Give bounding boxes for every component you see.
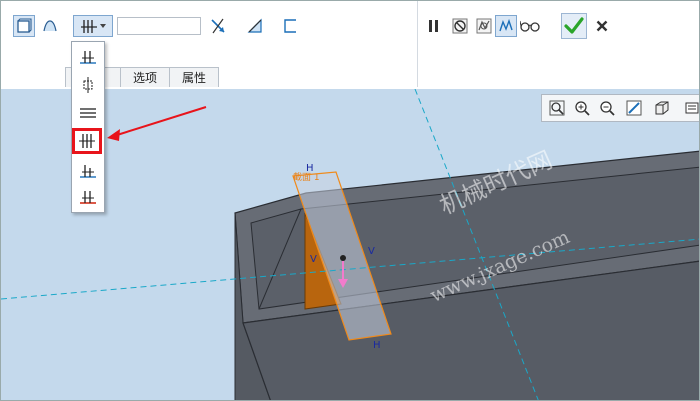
- depth-through-all-icon: [79, 134, 95, 148]
- feature-dashboard: 选项 属性: [1, 1, 699, 90]
- solid-button[interactable]: [13, 15, 35, 37]
- zoom-in-icon: [575, 101, 590, 116]
- v-label-right: V: [368, 246, 375, 257]
- depth-to-selected-icon: [80, 191, 96, 204]
- preview-icon: [476, 18, 492, 34]
- view-toolbar: [541, 94, 699, 122]
- surface-button[interactable]: [39, 15, 61, 37]
- depth-options-flyout: [71, 41, 105, 213]
- ok-button[interactable]: [561, 13, 587, 39]
- refit-button[interactable]: [547, 98, 567, 118]
- pause-icon: [429, 20, 438, 32]
- remove-material-button[interactable]: [244, 15, 266, 37]
- depth-option-dropdown[interactable]: [73, 15, 113, 37]
- depth-blind-icon: [83, 77, 93, 93]
- glasses-button[interactable]: [519, 15, 541, 37]
- flyout-item-through-all[interactable]: [72, 128, 102, 154]
- depth-to-plane-icon: [80, 51, 96, 64]
- flyout-item-blind[interactable]: [76, 74, 100, 96]
- thicken-sketch-icon: [284, 19, 296, 33]
- saved-views-icon: [685, 102, 699, 114]
- tab-properties[interactable]: 属性: [169, 67, 220, 87]
- depth-to-next-icon: [80, 165, 96, 178]
- model-canvas: [1, 89, 699, 400]
- tab-options[interactable]: 选项: [120, 67, 171, 87]
- surface-icon: [43, 20, 57, 32]
- zoom-out-button[interactable]: [597, 98, 617, 118]
- verify-icon: [499, 18, 513, 32]
- verify-button[interactable]: [495, 15, 517, 37]
- flyout-item-to-next[interactable]: [76, 160, 100, 182]
- callout-arrowhead: [107, 129, 120, 141]
- flip-direction-button[interactable]: [207, 15, 229, 37]
- solid-icon: [17, 18, 32, 33]
- close-icon: [596, 20, 608, 32]
- pause-button[interactable]: [423, 15, 445, 37]
- zoom-out-icon: [600, 101, 615, 116]
- v-label-left: V: [310, 254, 317, 265]
- h-label-top: H: [306, 163, 314, 174]
- depth-symmetric-icon: [80, 108, 96, 118]
- flyout-item-symmetric[interactable]: [76, 102, 100, 124]
- h-label-bottom: H: [373, 340, 381, 351]
- thicken-sketch-button[interactable]: [279, 15, 301, 37]
- repaint-button[interactable]: [624, 98, 644, 118]
- refit-icon: [549, 100, 565, 116]
- no-preview-icon: [452, 18, 468, 34]
- origin-point: [340, 255, 346, 261]
- no-preview-button[interactable]: [449, 15, 471, 37]
- repaint-icon: [626, 100, 642, 116]
- preview-button[interactable]: [473, 15, 495, 37]
- display-style-icon: [655, 101, 669, 115]
- zoom-in-button[interactable]: [572, 98, 592, 118]
- thicken-both-sides-icon: [81, 20, 97, 33]
- app-window: 选项 属性 截面 1 H H V V 机械时代网 www.jxage.com: [0, 0, 700, 401]
- glasses-icon: [520, 20, 540, 32]
- flyout-item-to-selected[interactable]: [76, 186, 100, 208]
- saved-views-button[interactable]: [682, 98, 699, 118]
- cancel-button[interactable]: [591, 15, 613, 37]
- toolbar-separator: [417, 1, 418, 87]
- remove-material-icon: [247, 18, 262, 33]
- flip-direction-icon: [211, 18, 225, 34]
- graphics-viewport[interactable]: 截面 1 H H V V 机械时代网 www.jxage.com: [1, 89, 699, 400]
- check-icon: [564, 17, 584, 34]
- depth-value-input[interactable]: [117, 17, 201, 35]
- display-style-button[interactable]: [652, 98, 672, 118]
- flyout-item-to-plane[interactable]: [76, 46, 100, 68]
- chevron-down-icon: [100, 24, 106, 28]
- callout-arrow: [116, 106, 207, 136]
